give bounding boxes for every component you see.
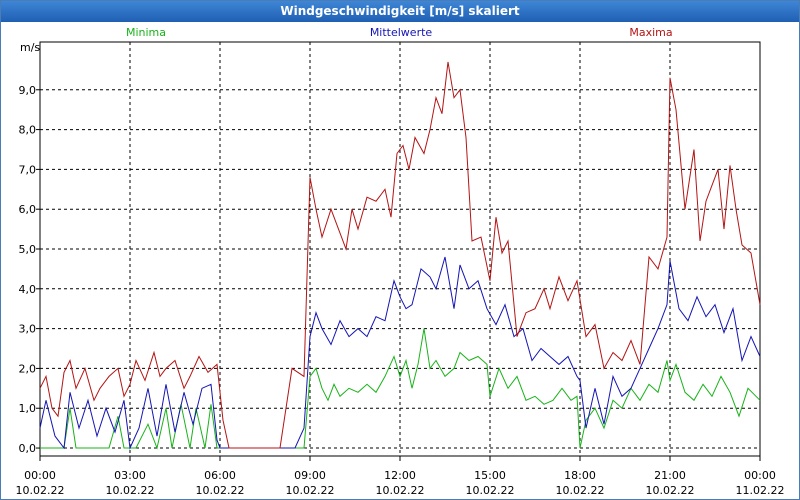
y-tick-label: 1,0	[19, 402, 37, 415]
x-tick-date: 10.02.22	[376, 484, 425, 497]
x-tick-time: 00:00	[744, 469, 776, 482]
y-axis-label: m/s	[20, 41, 40, 54]
x-tick-time: 21:00	[654, 469, 686, 482]
x-tick-time: 06:00	[204, 469, 236, 482]
legend-maxima: Maxima	[629, 26, 672, 39]
x-tick-date: 10.02.22	[466, 484, 515, 497]
y-tick-label: 9,0	[19, 84, 37, 97]
y-tick-label: 3,0	[19, 323, 37, 336]
y-tick-label: 2,0	[19, 362, 37, 375]
x-tick-date: 10.02.22	[16, 484, 65, 497]
y-tick-label: 6,0	[19, 203, 37, 216]
legend-minima: Minima	[126, 26, 166, 39]
chart-svg: 0,0 1,0 2,0 3,0 4,0 5,0 6,0 7,0 8,0 9,0 00:00 10.0…	[16, 26, 785, 497]
x-tick-date: 10.02.22	[646, 484, 695, 497]
y-tick-label: 7,0	[19, 163, 37, 176]
axes	[36, 41, 761, 461]
x-tick-time: 00:00	[24, 469, 56, 482]
y-tick-label: 0,0	[19, 442, 37, 455]
legend-mittelwerte: Mittelwerte	[370, 26, 433, 39]
y-tick-labels: 0,0 1,0 2,0 3,0 4,0 5,0 6,0 7,0 8,0 9,0	[19, 84, 37, 455]
series-line-mittelwerte	[39, 256, 761, 450]
x-tick-time: 15:00	[474, 469, 506, 482]
y-tick-label: 8,0	[19, 124, 37, 137]
x-tick-date: 10.02.22	[106, 484, 155, 497]
y-tick-label: 4,0	[19, 283, 37, 296]
x-tick-date: 10.02.22	[286, 484, 335, 497]
x-tick-time: 03:00	[114, 469, 146, 482]
x-tick-date: 11.02.22	[736, 484, 785, 497]
x-tick-time: 12:00	[384, 469, 416, 482]
grid	[40, 42, 760, 456]
y-tick-label: 5,0	[19, 243, 37, 256]
x-tick-time: 09:00	[294, 469, 326, 482]
x-tick-labels: 00:00 10.02.22 03:00 10.02.22 06:00 10.02.22 0…	[16, 469, 785, 497]
x-tick-date: 10.02.22	[556, 484, 605, 497]
x-tick-date: 10.02.22	[196, 484, 245, 497]
x-tick-time: 18:00	[564, 469, 596, 482]
